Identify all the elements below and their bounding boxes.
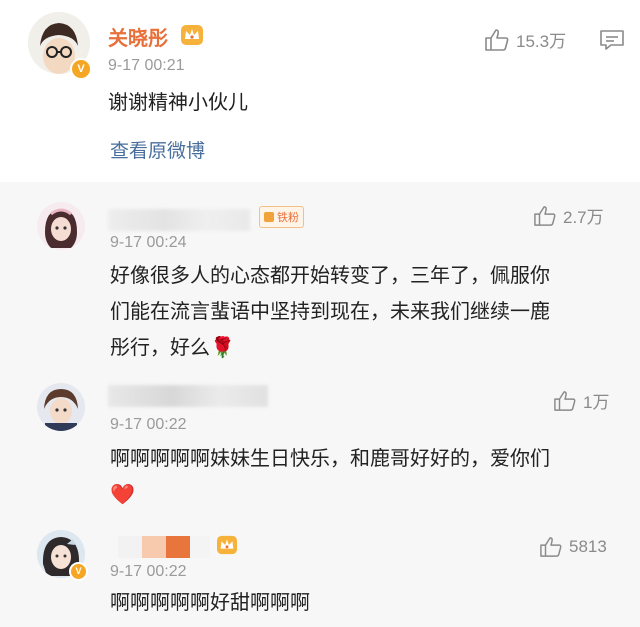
- comment-text-line: 啊啊啊啊啊妹妹生日快乐，和鹿哥好好的，爱你们: [110, 446, 550, 470]
- comment-date: 9-17 00:22: [110, 416, 187, 433]
- comment-text-line: 好像很多人的心态都开始转变了，三年了，佩服你: [110, 263, 550, 287]
- thumbs-up-icon: [554, 390, 576, 411]
- crown-icon: [181, 25, 203, 45]
- fan-badge: 铁粉: [259, 206, 304, 228]
- post-like-button[interactable]: 15.3万: [484, 27, 566, 52]
- comment-date: 9-17 00:22: [110, 563, 187, 580]
- commenter-name-blurred: [190, 536, 210, 558]
- comment-text: 好像很多人的心态都开始转变了，三年了，佩服你 们能在流言蜚语中坚持到现在，未来我…: [110, 257, 550, 365]
- comment-like-button[interactable]: 5813: [539, 536, 607, 558]
- commenter-name-blurred: [166, 536, 190, 558]
- thumbs-up-icon: [540, 537, 562, 557]
- comment-text: 啊啊啊啊啊好甜啊啊啊: [110, 584, 310, 620]
- commenter-name-blurred: [108, 385, 268, 407]
- comment-text-line: 啊啊啊啊啊好甜啊啊啊: [110, 590, 310, 614]
- commenter-name-blurred: [118, 536, 142, 558]
- comment-icon[interactable]: [599, 29, 625, 51]
- author-name[interactable]: 关晓彤: [108, 22, 168, 51]
- fan-badge-label: 铁粉: [277, 211, 299, 224]
- comment-text-line: 彤行，好么🌹: [110, 335, 235, 359]
- comment-like-count: 1万: [583, 393, 610, 412]
- comment-like-count: 2.7万: [563, 208, 604, 227]
- view-original-link[interactable]: 查看原微博: [110, 136, 205, 163]
- comment-like-button[interactable]: 2.7万: [533, 203, 604, 228]
- commenter-avatar[interactable]: [37, 202, 85, 250]
- v-badge-icon: V: [69, 562, 88, 581]
- comment-text-line: ❤️: [110, 482, 135, 506]
- fan-badge-icon: [264, 212, 274, 222]
- post-like-count: 15.3万: [516, 32, 567, 51]
- comment-text-line: 们能在流言蜚语中坚持到现在，未来我们继续一鹿: [110, 299, 550, 323]
- crown-icon: [217, 535, 237, 555]
- thumbs-up-icon: [534, 205, 556, 226]
- commenter-name-blurred: [142, 536, 166, 558]
- comment-date: 9-17 00:24: [110, 234, 187, 251]
- v-badge-icon: V: [70, 58, 92, 80]
- thumbs-up-icon: [485, 28, 509, 51]
- commenter-avatar[interactable]: [37, 383, 85, 431]
- post-date: 9-17 00:21: [108, 57, 185, 74]
- commenter-name-blurred: [108, 209, 250, 231]
- original-post: V 关晓彤 9-17 00:21 15.3万 谢谢精神小伙儿 查看原微博: [0, 0, 640, 182]
- comment-like-button[interactable]: 1万: [553, 388, 609, 413]
- post-text: 谢谢精神小伙儿: [108, 90, 248, 114]
- comment-like-count: 5813: [569, 537, 607, 556]
- comment-text: 啊啊啊啊啊妹妹生日快乐，和鹿哥好好的，爱你们 ❤️: [110, 440, 550, 512]
- comment-list: 铁粉 9-17 00:24 2.7万 好像很多人的心态都开始转变了，三年了，佩服…: [0, 182, 640, 627]
